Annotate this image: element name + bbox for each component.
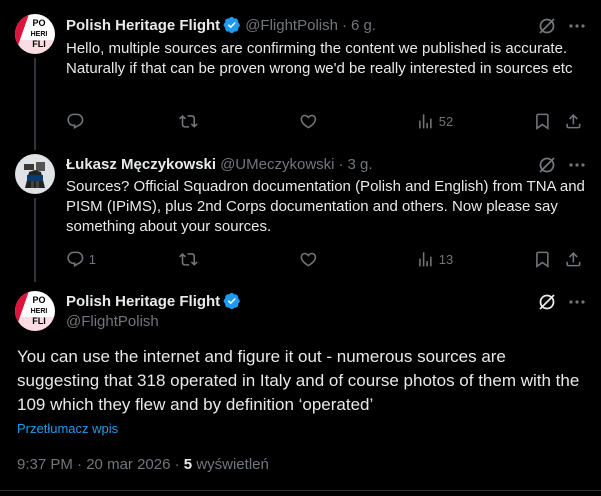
author-handle[interactable]: @FlightPolish: [66, 313, 159, 330]
retweet-icon: [179, 115, 198, 128]
like-icon: [300, 252, 317, 267]
views-button[interactable]: 52: [416, 112, 453, 131]
more-icon[interactable]: [567, 292, 587, 317]
post-date[interactable]: 20 mar 2026: [86, 456, 170, 473]
avatar-logo-line3: FLI: [32, 39, 46, 49]
reply-button[interactable]: [66, 112, 85, 131]
author-handle[interactable]: @FlightPolish: [245, 17, 338, 34]
views-button[interactable]: 13: [416, 250, 453, 269]
divider: [0, 490, 601, 491]
thread-line-2: [34, 198, 36, 282]
retweet-icon: [179, 253, 198, 266]
share-button[interactable]: [564, 112, 583, 131]
bookmark-button[interactable]: [533, 112, 552, 131]
like-button[interactable]: [299, 112, 318, 131]
more-icon[interactable]: [567, 16, 587, 41]
tweet-text: Hello, multiple sources are confirming t…: [66, 40, 573, 77]
separator: ·: [77, 456, 83, 473]
tweet-top-icons: [537, 292, 587, 317]
reply-button[interactable]: 1: [66, 250, 96, 269]
post-time[interactable]: 9:37 PM: [17, 456, 73, 473]
tweet-header: Łukasz Męczykowski @UMeczykowski · 3 g.: [66, 156, 373, 173]
tweet-header: Polish Heritage Flight @FlightPolish · 6…: [66, 16, 376, 34]
reply-icon: [67, 251, 84, 267]
reply-icon: [67, 113, 84, 129]
timestamp[interactable]: 3 g.: [347, 156, 372, 173]
retweet-button[interactable]: [179, 112, 198, 131]
avatar-logo-line2: HERI: [31, 31, 48, 38]
share-button[interactable]: [564, 250, 583, 269]
views-label: wyświetleń: [196, 456, 269, 473]
bookmark-button[interactable]: [533, 250, 552, 269]
grok-icon[interactable]: [537, 16, 557, 41]
main-tweet-text: You can use the internet and figure it o…: [17, 347, 580, 414]
tweet-actions: 1 13: [66, 250, 586, 270]
view-count: 13: [438, 251, 454, 267]
tweet-actions: 52: [66, 112, 586, 132]
avatar[interactable]: PO HERI FLI: [15, 291, 55, 331]
avatar[interactable]: PO HERI FLI: [15, 14, 55, 54]
avatar[interactable]: [15, 154, 55, 194]
author-name[interactable]: Łukasz Męczykowski: [66, 156, 216, 173]
separator: ·: [338, 156, 344, 173]
views-icon: [419, 114, 432, 129]
author-name[interactable]: Polish Heritage Flight: [66, 293, 220, 310]
share-icon: [566, 114, 581, 129]
like-icon: [300, 114, 317, 129]
avatar-logo-line3: FLI: [32, 316, 46, 326]
avatar-logo-line1: PO: [32, 18, 45, 28]
view-count: 52: [438, 113, 454, 129]
tweet-meta: 9:37 PM · 20 mar 2026 · 5 wyświetleń: [17, 456, 269, 473]
retweet-button[interactable]: [179, 250, 198, 269]
thread-line-1: [34, 58, 36, 150]
verified-badge-icon[interactable]: [223, 292, 241, 310]
verified-badge-icon[interactable]: [223, 16, 241, 34]
reply-count: 1: [88, 251, 96, 267]
tweet-text: Sources? Official Squadron documentation…: [66, 178, 585, 235]
author-handle[interactable]: @UMeczykowski: [220, 156, 334, 173]
like-button[interactable]: [299, 250, 318, 269]
author-name[interactable]: Polish Heritage Flight: [66, 17, 220, 34]
avatar-logo-line1: PO: [32, 295, 45, 305]
bookmark-icon: [536, 251, 549, 268]
bookmark-icon: [536, 113, 549, 130]
views-count: 5: [183, 456, 193, 473]
tweet-top-icons: [537, 16, 587, 41]
tweet-header: Polish Heritage Flight: [66, 292, 241, 310]
avatar-logo-line2: HERI: [31, 308, 48, 315]
share-icon: [566, 252, 581, 267]
translate-link[interactable]: Przetłumacz wpis: [17, 421, 118, 436]
grok-icon[interactable]: [537, 292, 557, 317]
separator: ·: [341, 16, 347, 34]
timestamp[interactable]: 6 g.: [351, 17, 376, 34]
separator: ·: [174, 456, 180, 473]
views-icon: [419, 252, 432, 267]
